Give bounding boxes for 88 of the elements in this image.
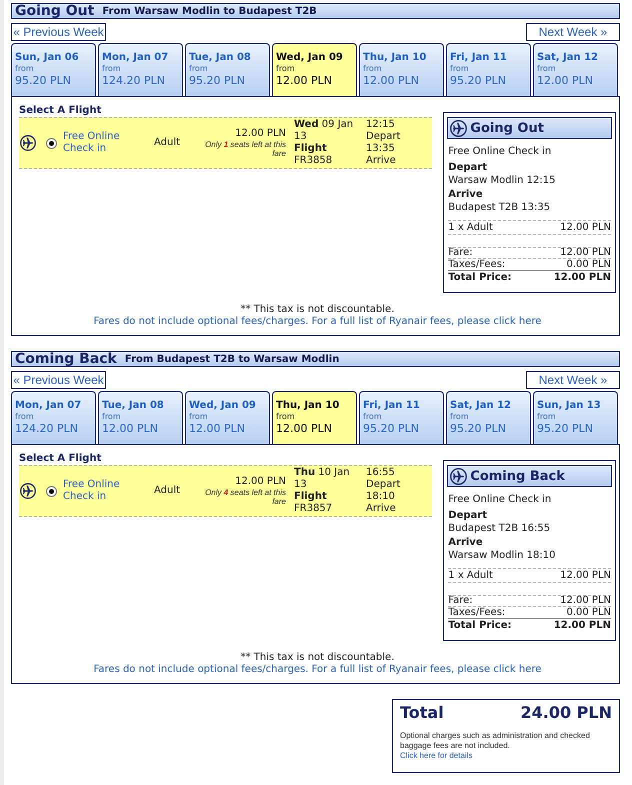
arrive-time: 13:35 bbox=[366, 143, 395, 155]
price-row-label: Total Price: bbox=[448, 620, 512, 631]
tax-note: ** This tax is not discountable. bbox=[240, 304, 394, 316]
fare-price: 12.00 PLN bbox=[235, 476, 286, 488]
radio-button[interactable] bbox=[46, 486, 57, 496]
section-title: Going Out bbox=[15, 4, 94, 18]
previous-week-button[interactable]: « Previous Week bbox=[11, 371, 106, 389]
date-tab[interactable]: Sat, Jan 12 from 95.20 PLN bbox=[446, 391, 531, 444]
price-row-amount: 0.00 PLN bbox=[566, 607, 611, 618]
depart-label: Depart bbox=[366, 131, 400, 143]
next-week-button[interactable]: Next Week » bbox=[526, 23, 620, 41]
next-week-button[interactable]: Next Week » bbox=[526, 371, 620, 389]
arrive-heading: Arrive bbox=[448, 188, 484, 201]
price-row-label: Fare: bbox=[448, 596, 473, 606]
plane-icon bbox=[20, 135, 36, 151]
price-row-label: 1 x Adult bbox=[448, 221, 493, 234]
fare-price: 12.00 PLN bbox=[235, 128, 286, 140]
previous-week-button[interactable]: « Previous Week bbox=[11, 23, 106, 41]
total-label: Total bbox=[400, 704, 444, 722]
price-row-label: Fare: bbox=[448, 248, 473, 258]
check-in-link[interactable]: Free Online Check in bbox=[63, 479, 149, 503]
depart-heading: Depart bbox=[448, 509, 488, 522]
date-tab[interactable]: Wed, Jan 09 from 12.00 PLN bbox=[272, 43, 357, 96]
flight-number: FR3857 bbox=[294, 503, 334, 515]
arrive-label: Arrive bbox=[366, 503, 396, 515]
date-tab[interactable]: Fri, Jan 11 from 95.20 PLN bbox=[359, 391, 444, 444]
summary-title: Going Out bbox=[470, 120, 544, 136]
price-row-amount: 12.00 PLN bbox=[560, 221, 611, 234]
total-amount: 24.00 PLN bbox=[520, 704, 612, 722]
check-in-link[interactable]: Free Online Check in bbox=[63, 131, 149, 155]
passenger-type: Adult bbox=[154, 137, 182, 149]
depart-time: 12:15 bbox=[366, 119, 395, 131]
flight-label: Flight bbox=[294, 143, 328, 155]
summary-title: Coming Back bbox=[470, 468, 565, 484]
date-tab[interactable]: Tue, Jan 08 from 95.20 PLN bbox=[185, 43, 270, 96]
details-link[interactable]: Click here for details bbox=[400, 751, 472, 761]
select-flight-heading: Select A Flight bbox=[19, 453, 102, 465]
arrive-details: Budapest T2B 13:35 bbox=[448, 201, 552, 214]
price-row-amount: 12.00 PLN bbox=[560, 569, 611, 582]
price-row-label: 1 x Adult bbox=[448, 569, 493, 582]
route-text: From Budapest T2B to Warsaw Modlin bbox=[124, 353, 340, 366]
fees-link[interactable]: Fares do not include optional fees/charges. For a full list of Ryanair fees, please click here bbox=[94, 664, 542, 676]
seats-left-note: Only 1 seats left at this fare bbox=[204, 140, 286, 158]
date-tab[interactable]: Sat, Jan 12 from 12.00 PLN bbox=[533, 43, 618, 96]
price-row-label: Taxes/Fees: bbox=[448, 607, 506, 618]
check-in-text: Free Online Check in bbox=[448, 493, 552, 506]
price-row-amount: 0.00 PLN bbox=[566, 259, 611, 270]
section-title: Coming Back bbox=[15, 352, 117, 366]
arrive-label: Arrive bbox=[366, 155, 396, 167]
price-row-amount: 12.00 PLN bbox=[554, 620, 611, 631]
price-row-amount: 12.00 PLN bbox=[560, 248, 611, 258]
plane-icon bbox=[20, 483, 36, 499]
depart-label: Depart bbox=[366, 479, 400, 491]
depart-details: Budapest T2B 16:55 bbox=[448, 522, 552, 535]
depart-time: 16:55 bbox=[366, 467, 395, 479]
depart-heading: Depart bbox=[448, 161, 488, 174]
date-tab[interactable]: Fri, Jan 11 from 95.20 PLN bbox=[446, 43, 531, 96]
check-in-text: Free Online Check in bbox=[448, 145, 552, 158]
tax-note: ** This tax is not discountable. bbox=[240, 652, 394, 664]
arrive-details: Warsaw Modlin 18:10 bbox=[448, 549, 556, 562]
price-row-amount: 12.00 PLN bbox=[554, 272, 611, 283]
flight-number: FR3858 bbox=[294, 155, 334, 167]
radio-button[interactable] bbox=[46, 138, 57, 148]
flight-date: Wed 09 Jan 13 bbox=[294, 119, 354, 143]
date-tab[interactable]: Thu, Jan 10 from 12.00 PLN bbox=[359, 43, 444, 96]
price-row-label: Total Price: bbox=[448, 272, 512, 283]
route-text: From Warsaw Modlin to Budapest T2B bbox=[102, 5, 317, 18]
date-tab[interactable]: Tue, Jan 08 from 12.00 PLN bbox=[98, 391, 183, 444]
flight-label: Flight bbox=[294, 491, 328, 503]
flight-date: Thu 10 Jan 13 bbox=[294, 467, 351, 491]
date-tab[interactable]: Sun, Jan 13 from 95.20 PLN bbox=[533, 391, 618, 444]
date-tab[interactable]: Mon, Jan 07 from 124.20 PLN bbox=[98, 43, 183, 96]
date-tab[interactable]: Wed, Jan 09 from 12.00 PLN bbox=[185, 391, 270, 444]
select-flight-heading: Select A Flight bbox=[19, 105, 102, 117]
price-row-label: Taxes/Fees: bbox=[448, 259, 506, 270]
price-row-amount: 12.00 PLN bbox=[560, 596, 611, 606]
charges-note: Optional charges such as administration and checked baggage fees are not included. bbox=[400, 731, 591, 751]
date-tab[interactable]: Mon, Jan 07 from 124.20 PLN bbox=[11, 391, 96, 444]
date-tab[interactable]: Thu, Jan 10 from 12.00 PLN bbox=[272, 391, 357, 444]
plane-icon bbox=[450, 468, 468, 484]
plane-icon bbox=[450, 120, 468, 136]
depart-details: Warsaw Modlin 12:15 bbox=[448, 174, 556, 187]
arrive-time: 18:10 bbox=[366, 491, 395, 503]
date-tab[interactable]: Sun, Jan 06 from 95.20 PLN bbox=[11, 43, 96, 96]
passenger-type: Adult bbox=[154, 485, 182, 497]
fees-link[interactable]: Fares do not include optional fees/charges. For a full list of Ryanair fees, please click here bbox=[94, 316, 542, 328]
seats-left-note: Only 4 seats left at this fare bbox=[204, 488, 286, 506]
arrive-heading: Arrive bbox=[448, 536, 484, 549]
